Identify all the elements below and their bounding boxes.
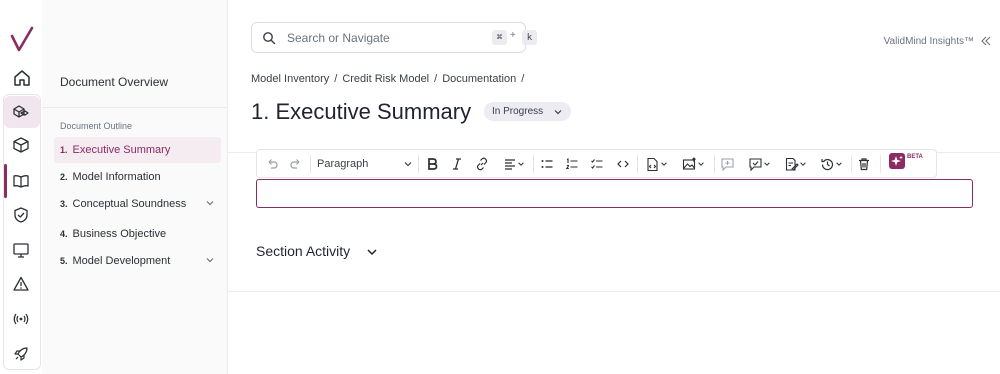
document-overview-link[interactable]: Document Overview — [60, 75, 168, 89]
breadcrumb-item-model-inventory[interactable]: Model Inventory — [251, 73, 329, 85]
sidebar-divider — [42, 107, 228, 108]
code-icon[interactable] — [614, 155, 632, 173]
breadcrumb-item-documentation[interactable]: Documentation — [442, 73, 516, 85]
breadcrumb-separator: / — [334, 73, 338, 85]
chevron-down-icon[interactable] — [205, 255, 215, 265]
paragraph-select[interactable]: Paragraph — [317, 155, 413, 173]
main-content: Search or Navigate ⌘ + k ValidMind Insig… — [228, 0, 1000, 374]
shortcut-key-cmd: ⌘ — [492, 30, 507, 45]
todo-list-icon[interactable] — [588, 155, 606, 173]
rail-active-indicator — [4, 164, 7, 198]
ai-sparkle-icon[interactable] — [889, 153, 905, 169]
paragraph-select-label: Paragraph — [317, 158, 369, 170]
link-icon[interactable] — [473, 155, 491, 173]
chevron-down-icon[interactable] — [366, 246, 378, 258]
breadcrumb-item-credit-risk-model[interactable]: Credit Risk Model — [342, 73, 429, 85]
chevron-down-icon — [518, 162, 524, 166]
monitor-icon[interactable] — [9, 238, 33, 262]
collapse-panel-icon[interactable] — [980, 35, 992, 47]
toolbar-separator — [880, 155, 881, 173]
toolbar-separator — [533, 155, 534, 173]
trash-icon[interactable] — [855, 155, 873, 173]
chevron-down-icon — [660, 162, 667, 166]
outline-item-number: 1. — [60, 145, 68, 155]
rocket-icon[interactable] — [9, 342, 33, 366]
outline-item-number: 5. — [60, 256, 68, 266]
chevron-down-icon — [799, 162, 806, 166]
toolbar-separator — [310, 155, 311, 173]
section-divider — [228, 291, 1000, 292]
status-label: In Progress — [492, 106, 544, 117]
outline-item-business-objective[interactable]: 4. Business Objective — [54, 221, 221, 247]
outline-item-conceptual-soundness[interactable]: 3. Conceptual Soundness — [54, 191, 221, 217]
toolbar-separator — [637, 155, 638, 173]
search-icon — [263, 32, 276, 45]
comments-archive-icon[interactable] — [744, 155, 774, 173]
redo-icon[interactable] — [287, 155, 305, 173]
content-editor[interactable] — [256, 179, 973, 208]
model-inventory-icon[interactable] — [9, 100, 33, 124]
align-icon[interactable] — [499, 155, 529, 173]
page-title: 1. Executive Summary — [251, 99, 472, 124]
beta-badge: BETA — [907, 154, 923, 160]
outline-item-number: 2. — [60, 172, 68, 182]
editor-toolbar: Paragraph BETA — [256, 149, 937, 178]
outline-item-label: Executive Summary — [72, 144, 171, 156]
breadcrumb-separator: / — [434, 73, 438, 85]
chevron-down-icon — [835, 162, 842, 166]
broadcast-icon[interactable] — [9, 307, 33, 331]
image-upload-icon[interactable] — [677, 155, 709, 173]
breadcrumb: Model Inventory / Credit Risk Model / Docume… — [251, 73, 529, 85]
outline-item-model-information[interactable]: 2. Model Information — [54, 164, 221, 190]
comment-icon[interactable] — [718, 155, 736, 173]
italic-icon[interactable] — [448, 155, 466, 173]
search-placeholder: Search or Navigate — [287, 31, 390, 45]
outline-item-number: 3. — [60, 199, 68, 209]
outline-item-label: Model Development — [72, 255, 171, 267]
chevron-down-icon — [554, 109, 562, 114]
outline-item-label: Conceptual Soundness — [72, 198, 187, 210]
book-icon[interactable] — [9, 169, 33, 193]
toolbar-separator — [714, 155, 715, 173]
toolbar-separator — [851, 155, 852, 173]
section-activity-heading[interactable]: Section Activity — [256, 243, 350, 259]
outline-item-label: Business Objective — [72, 228, 167, 240]
breadcrumb-separator: / — [521, 73, 525, 85]
insights-label[interactable]: ValidMind Insights™ — [884, 36, 974, 47]
app-rail — [0, 0, 42, 374]
shortcut-key-k: k — [522, 30, 537, 45]
bold-icon[interactable] — [423, 155, 441, 173]
home-icon[interactable] — [12, 68, 32, 88]
document-outline-heading: Document Outline — [60, 121, 133, 131]
outline-item-label: Model Information — [72, 171, 161, 183]
bulleted-list-icon[interactable] — [538, 155, 556, 173]
numbered-list-icon[interactable] — [563, 155, 581, 173]
warning-icon[interactable] — [9, 272, 33, 296]
shortcut-plus: + — [510, 30, 516, 41]
validmind-logo[interactable] — [10, 26, 34, 54]
shield-check-icon[interactable] — [9, 203, 33, 227]
chevron-down-icon — [404, 162, 412, 167]
cube-icon[interactable] — [9, 133, 33, 157]
document-sidebar: Document Overview Document Outline 1. Ex… — [42, 0, 228, 374]
track-changes-icon[interactable] — [779, 155, 811, 173]
outline-item-executive-summary[interactable]: 1. Executive Summary — [54, 137, 221, 163]
search-input[interactable]: Search or Navigate ⌘ + k — [251, 22, 537, 53]
outline-item-model-development[interactable]: 5. Model Development — [54, 248, 221, 274]
undo-icon[interactable] — [263, 155, 281, 173]
chevron-down-icon — [763, 162, 770, 166]
history-icon[interactable] — [815, 155, 847, 173]
outline-item-number: 4. — [60, 229, 68, 239]
chevron-down-icon — [697, 162, 704, 166]
chevron-down-icon[interactable] — [205, 198, 215, 208]
source-edit-icon[interactable] — [641, 155, 671, 173]
status-badge[interactable]: In Progress — [484, 102, 572, 121]
toolbar-separator — [418, 155, 419, 173]
